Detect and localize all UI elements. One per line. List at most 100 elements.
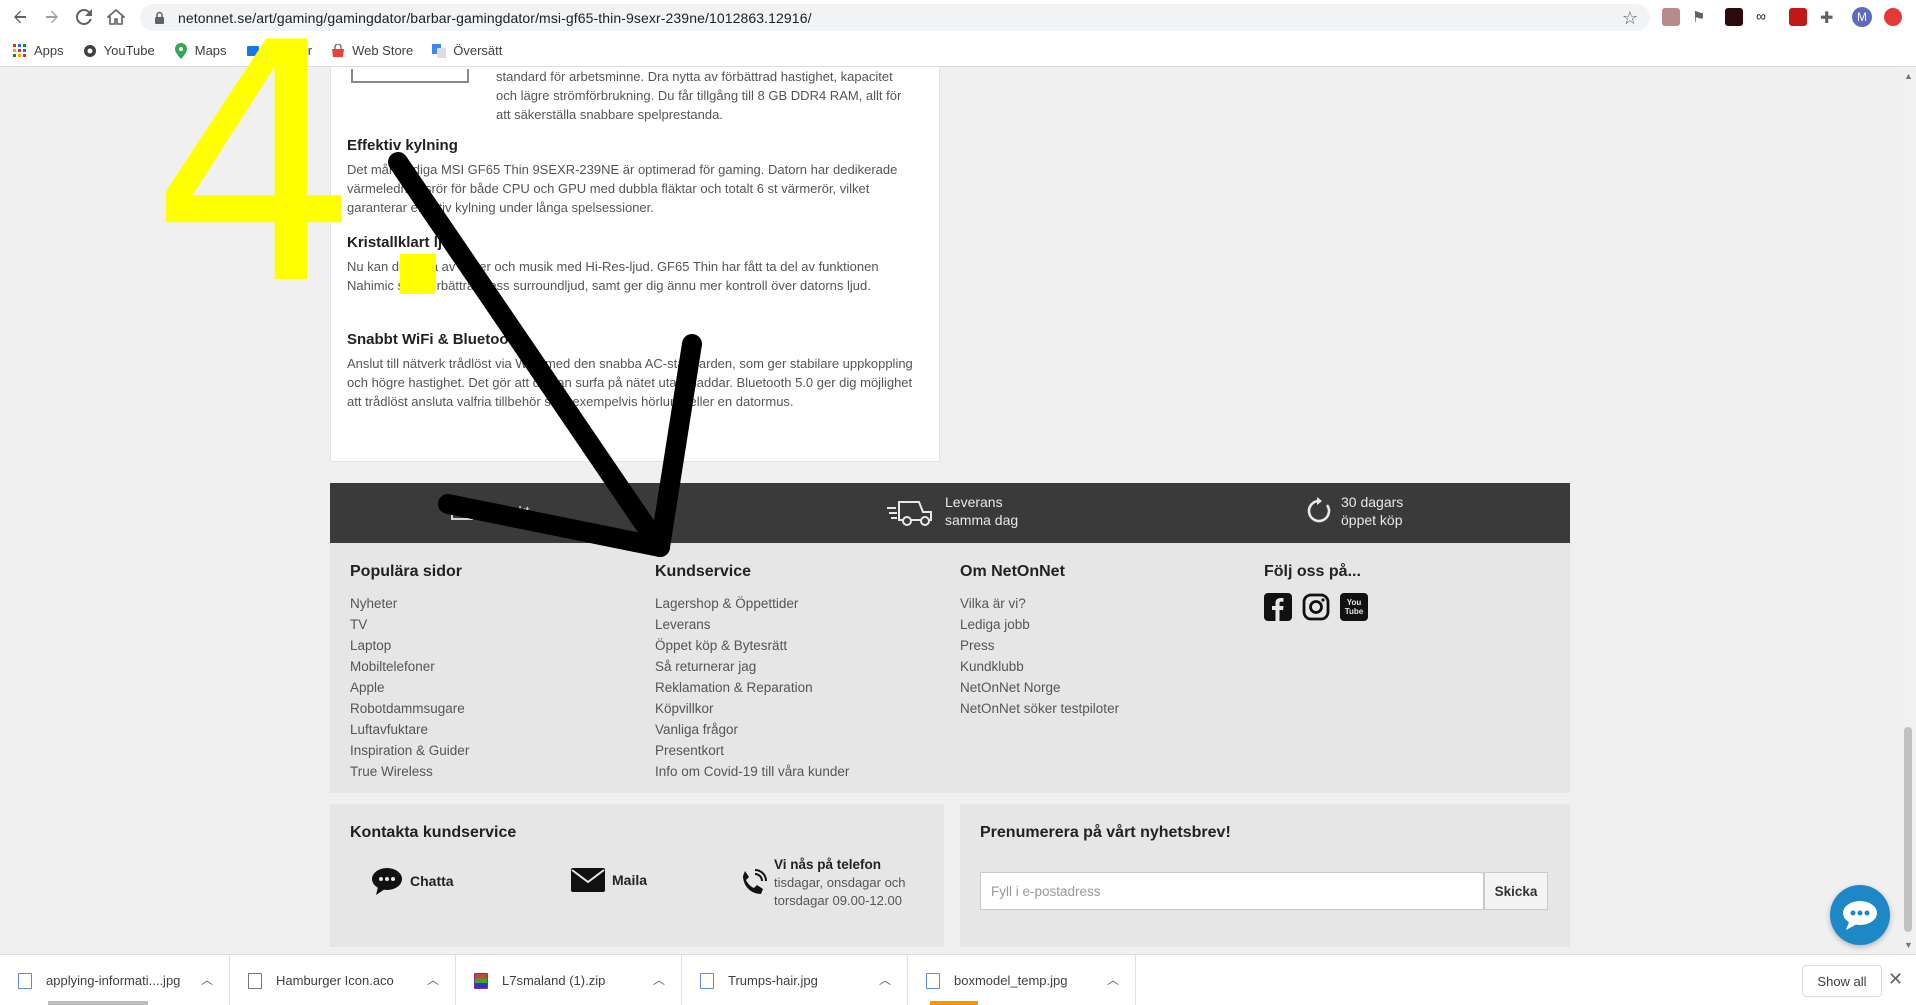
feature-section: Effektiv kylning Det mångsidiga MSI GF65… [347, 137, 917, 217]
chat-bubble-icon [370, 866, 404, 896]
bookmark-apps[interactable]: Apps [12, 43, 64, 59]
footer-link[interactable]: NetOnNet Norge [960, 677, 1119, 698]
download-item[interactable]: Trumps-hair.jpg ︿ [682, 955, 908, 1005]
reload-button[interactable] [68, 1, 100, 33]
scroll-down-icon[interactable]: ▼ [1904, 940, 1913, 950]
footer-link[interactable]: Robotdammsugare [350, 698, 469, 719]
footer-link[interactable]: Reklamation & Reparation [655, 677, 849, 698]
back-button[interactable] [4, 1, 36, 33]
footer-link[interactable]: Så returnerar jag [655, 656, 849, 677]
footer-link[interactable]: NetOnNet söker testpiloter [960, 698, 1119, 719]
phone-title: Vi nås på telefon [774, 857, 882, 872]
usp-label: 30 dagars [1341, 494, 1404, 510]
footer-link[interactable]: Öppet köp & Bytesrätt [655, 635, 849, 656]
footer-link[interactable]: Vanliga frågor [655, 719, 849, 740]
bookmark-label: Apps [34, 43, 64, 58]
footer-column-title: Om NetOnNet [960, 563, 1065, 580]
youtube-icon-text: You Tube [1344, 598, 1364, 616]
usp-free-shipping: Fri frakt [450, 501, 529, 521]
forward-button[interactable] [36, 1, 68, 33]
ram-module-icon [351, 69, 469, 83]
extension-swatch-icon[interactable] [1662, 8, 1680, 26]
contact-box: Kontakta kundservice Chatta Maila Vi nås… [330, 804, 944, 947]
scroll-thumb[interactable] [1904, 727, 1912, 932]
footer-link[interactable]: True Wireless [350, 761, 469, 782]
bookmark-label: YouTube [103, 43, 155, 58]
footer-link[interactable]: Apple [350, 677, 469, 698]
show-all-button[interactable]: Show all [1802, 965, 1882, 997]
footer-column-title: Följ oss på... [1264, 563, 1361, 580]
footer-link[interactable]: Vilka är vi? [960, 593, 1119, 614]
archive-file-icon [474, 972, 488, 989]
youtube-icon[interactable]: You Tube [1340, 593, 1368, 621]
chat-label: Chatta [410, 873, 454, 889]
footer-column-title: Kundservice [655, 563, 752, 580]
home-button[interactable] [100, 1, 132, 33]
phone-hours-line: torsdagar 09.00-12.00 [774, 893, 902, 908]
footer-link[interactable]: Köpvillkor [655, 698, 849, 719]
update-alert-icon[interactable] [1884, 8, 1902, 26]
subscribe-button[interactable]: Skicka [1484, 872, 1548, 910]
footer-link[interactable]: Kundklubb [960, 656, 1119, 677]
feature-text: Det mångsidiga MSI GF65 Thin 9SEXR-239NE… [347, 162, 898, 215]
chevron-up-icon[interactable]: ︿ [201, 971, 213, 988]
chevron-up-icon[interactable]: ︿ [879, 971, 891, 988]
extension-glasses-icon[interactable]: ∞ [1756, 8, 1774, 26]
chat-button[interactable]: Chatta [370, 866, 454, 896]
extension-red-icon[interactable] [1725, 8, 1743, 26]
mail-button[interactable]: Maila [570, 866, 647, 894]
download-filename: L7smaland (1).zip [502, 973, 606, 988]
scroll-up-icon[interactable]: ▲ [1904, 71, 1913, 81]
extension-pin-icon[interactable]: ⚑ [1692, 8, 1710, 26]
footer-link[interactable]: Press [960, 635, 1119, 656]
bookmark-youtube[interactable]: YouTube [82, 43, 155, 59]
download-item[interactable]: L7smaland (1).zip ︿ [456, 955, 682, 1005]
footer-link[interactable]: Luftavfuktare [350, 719, 469, 740]
close-icon[interactable]: ✕ [1888, 969, 1903, 990]
footer-link[interactable]: Info om Covid-19 till våra kunder [655, 761, 849, 782]
footer-link[interactable]: Leverans [655, 614, 849, 635]
bookmark-label: Web Store [352, 43, 414, 58]
profile-avatar[interactable]: M [1852, 7, 1872, 27]
footer-link[interactable]: Presentkort [655, 740, 849, 761]
extensions-puzzle-icon[interactable]: ✚ [1820, 8, 1838, 27]
chat-widget-icon [1843, 901, 1877, 930]
footer-link[interactable]: Lagershop & Öppettider [655, 593, 849, 614]
back-arrow-icon [14, 10, 26, 24]
image-file-icon [18, 972, 32, 989]
ram-description: standard för arbetsminne. Dra nytta av f… [496, 69, 902, 122]
newsletter-box: Prenumerera på vårt nyhetsbrev! Skicka [960, 804, 1570, 947]
download-filename: Trumps-hair.jpg [728, 973, 818, 988]
bookmark-star-icon[interactable]: ☆ [1622, 8, 1638, 29]
download-item[interactable]: applying-informati....jpg ︿ [0, 955, 230, 1005]
usp-bar: Fri frakt Leverans samma dag 30 dagars ö… [330, 483, 1570, 543]
chevron-up-icon[interactable]: ︿ [427, 971, 439, 988]
bookmark-label: Översätt [453, 43, 503, 58]
usp-label: öppet köp [1341, 512, 1403, 528]
download-item[interactable]: Hamburger Icon.aco ︿ [230, 955, 456, 1005]
footer-link[interactable]: Inspiration & Guider [350, 740, 469, 761]
feature-section: Snabbt WiFi & Bluetooth Anslut till nätv… [347, 331, 917, 411]
envelope-icon [570, 866, 606, 894]
chevron-up-icon[interactable]: ︿ [1107, 971, 1119, 988]
download-progress-track [48, 1001, 148, 1005]
facebook-icon[interactable] [1264, 593, 1292, 621]
bookmark-oversatt[interactable]: Översätt [431, 43, 502, 59]
footer-link[interactable]: Nyheter [350, 593, 469, 614]
footer-link[interactable]: Lediga jobb [960, 614, 1119, 635]
chat-widget-button[interactable] [1830, 885, 1890, 945]
translate-icon [431, 43, 447, 59]
extension-shield-icon[interactable] [1789, 8, 1807, 26]
footer-link[interactable]: Mobiltelefoner [350, 656, 469, 677]
chevron-up-icon[interactable]: ︿ [653, 971, 665, 988]
footer-link[interactable]: TV [350, 614, 469, 635]
download-filename: boxmodel_temp.jpg [954, 973, 1068, 988]
download-item[interactable]: boxmodel_temp.jpg ︿ [908, 955, 1136, 1005]
instagram-icon[interactable] [1302, 593, 1330, 621]
footer-links: Populära sidor Nyheter TV Laptop Mobilte… [330, 543, 1570, 793]
footer-link[interactable]: Laptop [350, 635, 469, 656]
download-filename: applying-informati....jpg [46, 973, 181, 988]
email-field[interactable] [980, 872, 1484, 910]
page-scrollbar[interactable]: ▲ ▼ [1900, 67, 1916, 954]
address-bar[interactable]: netonnet.se/art/gaming/gamingdator/barba… [140, 4, 1650, 31]
